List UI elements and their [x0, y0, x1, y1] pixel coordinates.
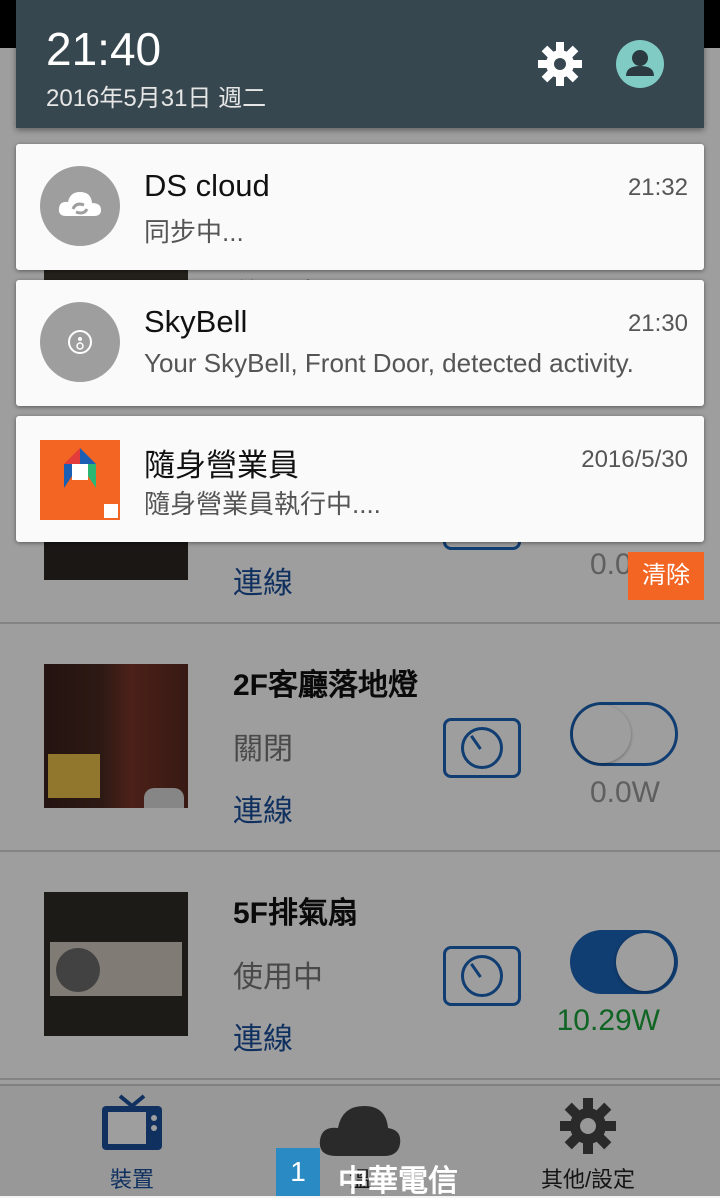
user-avatar[interactable] [616, 40, 664, 88]
notification-time: 2016/5/30 [581, 446, 688, 473]
clear-all-button[interactable]: 清除 [628, 552, 704, 600]
notification-text: Your SkyBell, Front Door, detected activ… [144, 348, 634, 378]
carrier-badge: 1 [276, 1148, 320, 1196]
notification-skybell[interactable]: SkyBell Your SkyBell, Front Door, detect… [16, 280, 704, 406]
kgi-app-logo [40, 440, 120, 520]
notification-title: 隨身營業員 [144, 448, 299, 483]
notification-title: DS cloud [144, 168, 270, 203]
notification-kgi[interactable]: 隨身營業員 隨身營業員執行中.... 2016/5/30 [16, 416, 704, 542]
doorbell-icon [40, 302, 120, 382]
notification-time: 21:32 [627, 174, 688, 201]
gear-icon[interactable] [536, 40, 584, 88]
notification-ds-cloud[interactable]: DS cloud 同步中... 21:32 [16, 144, 704, 270]
clock-date[interactable]: 2016年5月31日 週二 [46, 78, 266, 113]
notification-text: 隨身營業員執行中.... [144, 489, 381, 519]
clock-time: 21:40 [46, 23, 162, 75]
notification-text: 同步中... [144, 217, 244, 247]
notification-time: 21:30 [627, 310, 688, 337]
carrier-name: 中華電信 [338, 1165, 458, 1198]
cloud-sync-icon [40, 166, 120, 246]
notification-title: SkyBell [144, 304, 248, 339]
person-icon [626, 50, 654, 76]
quick-settings-header: 21:40 2016年5月31日 週二 [16, 0, 704, 128]
